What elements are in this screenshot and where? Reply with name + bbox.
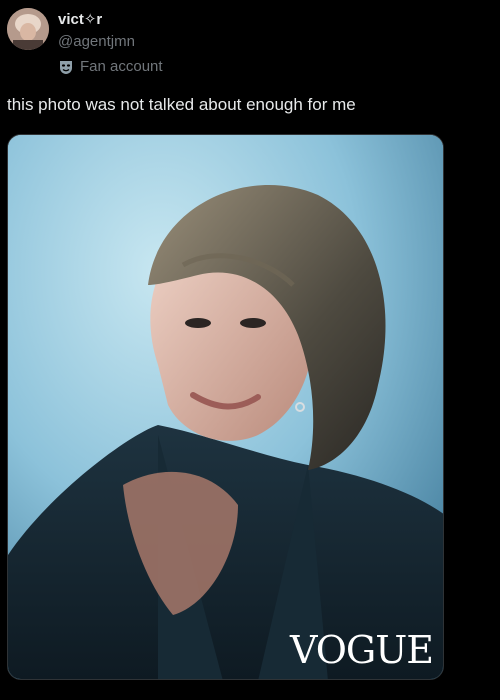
theater-mask-icon: [58, 59, 74, 75]
vogue-logo: VOGUE: [289, 628, 434, 672]
affiliation-text: Fan account: [80, 58, 163, 75]
avatar[interactable]: [7, 8, 49, 50]
name-row: vict✧r: [58, 10, 102, 28]
display-name[interactable]: vict✧r: [58, 10, 102, 28]
avatar-image: [7, 8, 49, 50]
portrait-photo: [8, 135, 443, 679]
tweet[interactable]: vict✧r @agentjmn Fan account this photo …: [0, 0, 500, 700]
tweet-text: this photo was not talked about enough f…: [7, 95, 356, 114]
affiliation-label: Fan account: [58, 58, 163, 75]
tweet-photo[interactable]: VOGUE: [7, 134, 444, 680]
user-handle[interactable]: @agentjmn: [58, 33, 135, 50]
